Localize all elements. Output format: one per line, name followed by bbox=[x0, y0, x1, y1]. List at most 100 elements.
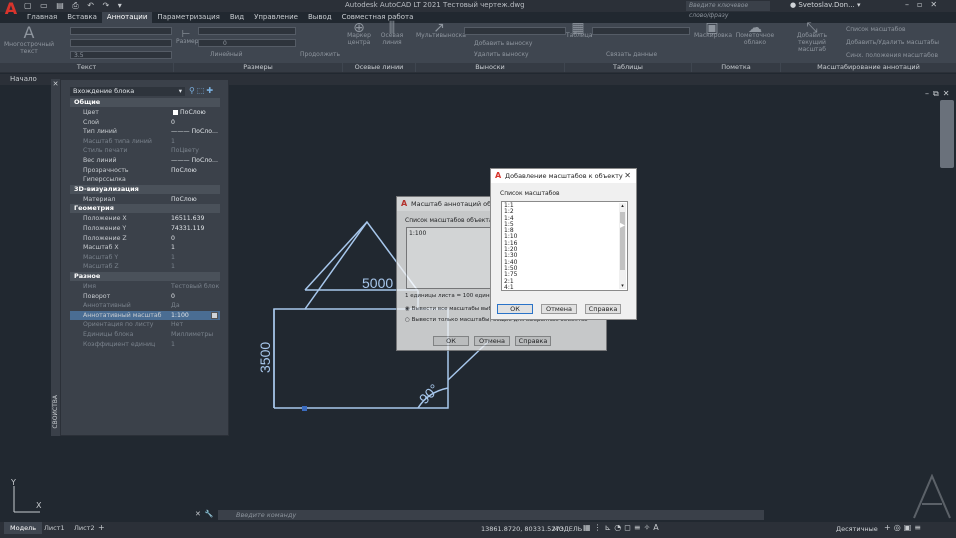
model-space-toggle[interactable]: МОДЕЛЬ bbox=[553, 525, 582, 533]
property-value[interactable]: 74331.119 bbox=[171, 224, 204, 234]
wrench-icon[interactable]: 🔧 bbox=[205, 510, 218, 518]
properties-section-header[interactable]: 3D-визуализация bbox=[70, 184, 220, 194]
scale-list-box[interactable]: 1:1 1:2 1:4 1:5 1:8 1:10 1:16 1:20 1:30 1:40 1:50 1… bbox=[501, 201, 628, 291]
multileader-button[interactable]: ↗ Мультивыноска bbox=[416, 21, 466, 39]
table-style-select[interactable] bbox=[592, 27, 690, 35]
property-value[interactable]: 0 bbox=[171, 234, 175, 244]
tab-sheet1[interactable]: Лист1 bbox=[40, 522, 69, 534]
dimension-style-select[interactable] bbox=[198, 27, 296, 35]
property-value[interactable]: 16511.639 bbox=[171, 214, 204, 224]
property-value[interactable]: ПоЦвету bbox=[171, 146, 199, 156]
drafting-toggles[interactable]: ▦⋮⊾◔◻≡✧A bbox=[583, 523, 662, 532]
property-value[interactable]: 0 bbox=[171, 118, 175, 128]
panel-tables[interactable]: Таблицы bbox=[565, 63, 691, 72]
property-value[interactable]: Миллиметры bbox=[171, 330, 213, 340]
command-input[interactable]: Введите команду bbox=[218, 510, 764, 520]
units-display[interactable]: Десятичные bbox=[836, 525, 878, 533]
tab-view[interactable]: Вид bbox=[225, 12, 249, 23]
tab-model[interactable]: Модель bbox=[4, 522, 43, 534]
polar-icon[interactable]: ◔ bbox=[614, 523, 624, 532]
property-value[interactable]: Да bbox=[171, 301, 180, 311]
ok-button[interactable]: ОК bbox=[497, 304, 533, 314]
maximize-icon[interactable]: ▫ bbox=[917, 0, 930, 9]
close-icon[interactable]: ✕ bbox=[195, 510, 205, 518]
property-row[interactable]: Масштаб X 1 bbox=[70, 243, 220, 253]
quick-select-icon[interactable]: ⚲ bbox=[189, 86, 197, 95]
radio-show-all[interactable]: ◉ Вывести все масштабы выбр bbox=[405, 306, 495, 312]
property-value[interactable]: ——— ПоСло... bbox=[171, 127, 218, 137]
tab-output[interactable]: Вывод bbox=[303, 12, 337, 23]
viewport-restore-icon[interactable]: ⧉ bbox=[933, 89, 943, 98]
text-style-select-2[interactable] bbox=[70, 39, 172, 47]
property-row[interactable]: Масштаб типа линий 1 bbox=[70, 137, 220, 147]
tab-start[interactable]: Начало bbox=[10, 74, 37, 85]
property-row[interactable]: Аннотативный Да bbox=[70, 301, 220, 311]
property-value[interactable]: 1:100 bbox=[171, 311, 189, 321]
revision-cloud-button[interactable]: ☁ Пометочное облако bbox=[734, 21, 776, 46]
property-row[interactable]: Стиль печати ПоЦвету bbox=[70, 146, 220, 156]
navigation-bar[interactable] bbox=[940, 100, 954, 168]
tab-home[interactable]: Главная bbox=[22, 12, 62, 23]
property-value[interactable]: 0 bbox=[171, 292, 175, 302]
property-row[interactable]: Гиперссылка bbox=[70, 175, 220, 185]
panel-text[interactable]: Текст bbox=[0, 63, 173, 72]
property-value[interactable]: 1 bbox=[171, 340, 175, 350]
properties-section-header[interactable]: Общие bbox=[70, 98, 220, 107]
snap-icon[interactable]: ⋮ bbox=[594, 523, 605, 532]
add-current-scale-button[interactable]: ⤡ Добавить текущий масштаб bbox=[784, 21, 840, 53]
object-scale-list[interactable]: 1:100 bbox=[406, 227, 496, 289]
cancel-button[interactable]: Отмена bbox=[474, 336, 510, 346]
property-row[interactable]: Имя Тестовый блок bbox=[70, 282, 220, 292]
scale-list-button[interactable] bbox=[211, 311, 218, 319]
add-scales-dialog-titlebar[interactable]: A Добавление масштабов к объекту ✕ bbox=[491, 169, 636, 183]
property-row[interactable]: Ориентация по листу Нет bbox=[70, 320, 220, 330]
remove-leader-button[interactable]: Удалить выноску bbox=[474, 51, 568, 58]
fullscreen-icon[interactable]: ▣ bbox=[904, 523, 915, 532]
property-row[interactable]: Положение Y 74331.119 bbox=[70, 224, 220, 234]
property-row[interactable]: Аннотативный масштаб 1:100 bbox=[70, 310, 220, 321]
properties-section-header[interactable]: Геометрия bbox=[70, 204, 220, 214]
property-value[interactable]: ПоСлою bbox=[171, 195, 197, 205]
property-row[interactable]: Масштаб Z 1 bbox=[70, 262, 220, 272]
property-row[interactable]: Материал ПоСлою bbox=[70, 195, 220, 205]
panel-markup[interactable]: Пометка bbox=[692, 63, 780, 72]
properties-tools[interactable]: ⚲⬚✚ bbox=[189, 86, 215, 95]
close-icon[interactable]: ✕ bbox=[624, 169, 631, 183]
property-row[interactable]: Коэффициент единиц 1 bbox=[70, 340, 220, 350]
menu-icon[interactable]: ≡ bbox=[914, 523, 924, 532]
close-icon[interactable]: ✕ bbox=[51, 80, 60, 88]
plus-icon[interactable]: + bbox=[884, 523, 894, 532]
minimize-icon[interactable]: – bbox=[905, 0, 917, 9]
masking-button[interactable]: ▣ Маскировка bbox=[694, 21, 732, 39]
tab-parametric[interactable]: Параметризация bbox=[152, 12, 224, 23]
dimension-button[interactable]: ⊢ Размер bbox=[176, 30, 199, 46]
properties-section-header[interactable]: Разное bbox=[70, 272, 220, 281]
property-value[interactable]: 1 bbox=[171, 262, 175, 272]
scroll-up-icon[interactable]: ▴ bbox=[619, 203, 626, 209]
lineweight-icon[interactable]: ≡ bbox=[634, 523, 644, 532]
search-input[interactable]: Введите ключевое слово/фразу bbox=[686, 1, 770, 19]
multileader-style-select[interactable] bbox=[464, 27, 566, 35]
coordinates-readout[interactable]: 13861.8720, 80331.5273 bbox=[481, 525, 564, 533]
panel-annotation-scaling[interactable]: Масштабирование аннотаций bbox=[781, 63, 956, 72]
tab-manage[interactable]: Управление bbox=[249, 12, 303, 23]
cancel-button[interactable]: Отмена bbox=[541, 304, 577, 314]
linear-dimension-button[interactable]: Линейный bbox=[210, 51, 256, 58]
quick-access-toolbar[interactable]: ▢ ▭ ▤ ⎙ ↶ ↷ ▾ bbox=[24, 1, 125, 11]
table-button[interactable]: ▦ Таблица bbox=[566, 21, 593, 39]
object-type-select[interactable]: Вхождение блока ▾ bbox=[70, 87, 185, 96]
property-row[interactable]: Поворот 0 bbox=[70, 292, 220, 302]
tab-insert[interactable]: Вставка bbox=[62, 12, 102, 23]
viewport-minimize-icon[interactable]: – bbox=[925, 89, 933, 98]
property-row[interactable]: Прозрачность ПоСлою bbox=[70, 166, 220, 176]
property-value[interactable]: ПоСлою bbox=[180, 108, 206, 118]
osnap-icon[interactable]: ◻ bbox=[624, 523, 634, 532]
panel-dimensions[interactable]: Размеры bbox=[174, 63, 342, 72]
text-style-select[interactable] bbox=[70, 27, 172, 35]
status-right-tools[interactable]: +◎▣≡ bbox=[884, 523, 924, 532]
property-value[interactable]: 1 bbox=[171, 243, 175, 253]
property-row[interactable]: Масштаб Y 1 bbox=[70, 253, 220, 263]
panel-centerlines[interactable]: Осевые линии bbox=[343, 63, 415, 72]
center-line-button[interactable]: ⫼ Осевая линия bbox=[372, 21, 412, 46]
add-delete-scales-button[interactable]: Добавить/Удалить масштабы bbox=[846, 39, 956, 46]
